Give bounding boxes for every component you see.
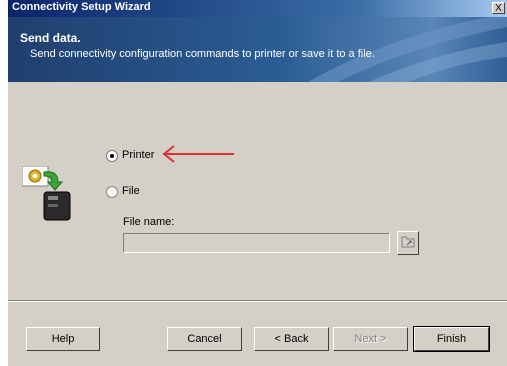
printer-radio[interactable]: [106, 150, 118, 162]
cancel-button[interactable]: Cancel: [167, 327, 242, 351]
back-button[interactable]: < Back: [254, 327, 329, 351]
title-bar[interactable]: Connectivity Setup Wizard X: [8, 0, 507, 17]
wizard-content: [8, 82, 507, 366]
file-name-label: File name:: [123, 216, 175, 228]
next-button[interactable]: Next >: [333, 327, 408, 351]
printer-gear-icon: [22, 166, 71, 221]
page-title: Send data.: [20, 31, 81, 45]
window-title: Connectivity Setup Wizard: [12, 1, 151, 13]
printer-radio-label[interactable]: Printer: [122, 149, 154, 161]
close-button[interactable]: X: [492, 2, 505, 14]
red-arrow-icon: [162, 145, 234, 163]
finish-button[interactable]: Finish: [413, 326, 490, 352]
folder-browse-icon: [401, 236, 415, 248]
help-button[interactable]: Help: [26, 327, 100, 351]
button-divider: [8, 300, 507, 302]
page-subtitle: Send connectivity configuration commands…: [30, 48, 375, 60]
browse-button[interactable]: [397, 231, 419, 255]
file-name-input[interactable]: [123, 233, 390, 253]
file-radio[interactable]: [106, 186, 118, 198]
file-radio-label[interactable]: File: [122, 185, 140, 197]
wizard-header: Send data. Send connectivity configurati…: [8, 17, 507, 82]
